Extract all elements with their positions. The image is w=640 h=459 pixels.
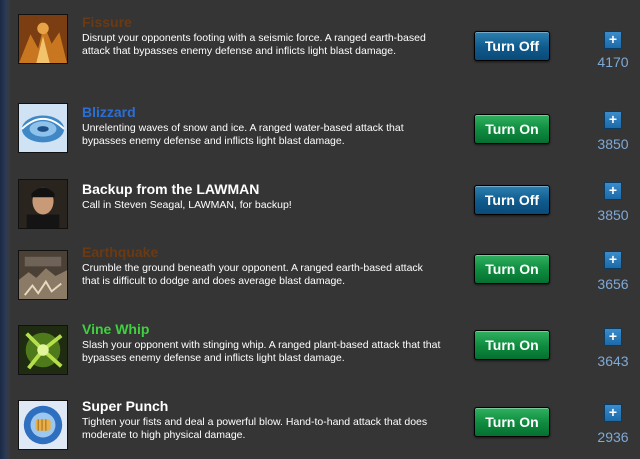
- ability-count: 3850: [597, 136, 629, 152]
- ability-description: Unrelenting waves of snow and ice. A ran…: [82, 122, 404, 147]
- turn-on-button[interactable]: Turn On: [474, 407, 550, 437]
- ability-row-lawman: Backup from the LAWMAN Call in Steven Se…: [10, 164, 640, 240]
- plus-button[interactable]: +: [604, 111, 622, 129]
- blizzard-icon: [18, 103, 68, 153]
- ability-count: 3850: [597, 207, 629, 223]
- vine-whip-icon: [18, 325, 68, 375]
- ability-row-vine-whip: Vine Whip Slash your opponent with sting…: [10, 310, 640, 386]
- plus-button[interactable]: +: [604, 182, 622, 200]
- ability-title: Super Punch: [82, 398, 169, 414]
- plus-button[interactable]: +: [604, 328, 622, 346]
- ability-title: Backup from the LAWMAN: [82, 181, 260, 197]
- ability-list-panel: Fissure Disrupt your opponents footing w…: [10, 0, 640, 459]
- ability-title: Fissure: [82, 14, 132, 30]
- lawman-portrait-icon: [18, 179, 68, 229]
- ability-title: Earthquake: [82, 244, 159, 260]
- ability-description: Tighten your fists and deal a powerful b…: [82, 416, 428, 441]
- turn-on-button[interactable]: Turn On: [474, 114, 550, 144]
- super-punch-icon: [18, 400, 68, 450]
- ability-title: Blizzard: [82, 104, 136, 120]
- window-left-edge: [0, 0, 10, 459]
- plus-button[interactable]: +: [604, 251, 622, 269]
- plus-button[interactable]: +: [604, 31, 622, 49]
- ability-description: Disrupt your opponents footing with a se…: [82, 32, 426, 57]
- ability-count: 3643: [597, 353, 629, 369]
- ability-row-blizzard: Blizzard Unrelenting waves of snow and i…: [10, 88, 640, 164]
- plus-button[interactable]: +: [604, 404, 622, 422]
- turn-on-button[interactable]: Turn On: [474, 254, 550, 284]
- earthquake-icon: [18, 250, 68, 300]
- turn-off-button[interactable]: Turn Off: [474, 31, 550, 61]
- ability-row-super-punch: Super Punch Tighten your fists and deal …: [10, 386, 640, 459]
- ability-description: Call in Steven Seagal, LAWMAN, for backu…: [82, 199, 292, 211]
- ability-count: 4170: [597, 54, 629, 70]
- turn-on-button[interactable]: Turn On: [474, 330, 550, 360]
- fissure-icon: [18, 14, 68, 64]
- ability-row-fissure: Fissure Disrupt your opponents footing w…: [10, 0, 640, 76]
- ability-title: Vine Whip: [82, 321, 150, 337]
- ability-description: Slash your opponent with stinging whip. …: [82, 339, 441, 364]
- ability-count: 3656: [597, 276, 629, 292]
- turn-off-button[interactable]: Turn Off: [474, 185, 550, 215]
- ability-row-earthquake: Earthquake Crumble the ground beneath yo…: [10, 240, 640, 316]
- ability-count: 2936: [597, 429, 629, 445]
- ability-description: Crumble the ground beneath your opponent…: [82, 262, 423, 287]
